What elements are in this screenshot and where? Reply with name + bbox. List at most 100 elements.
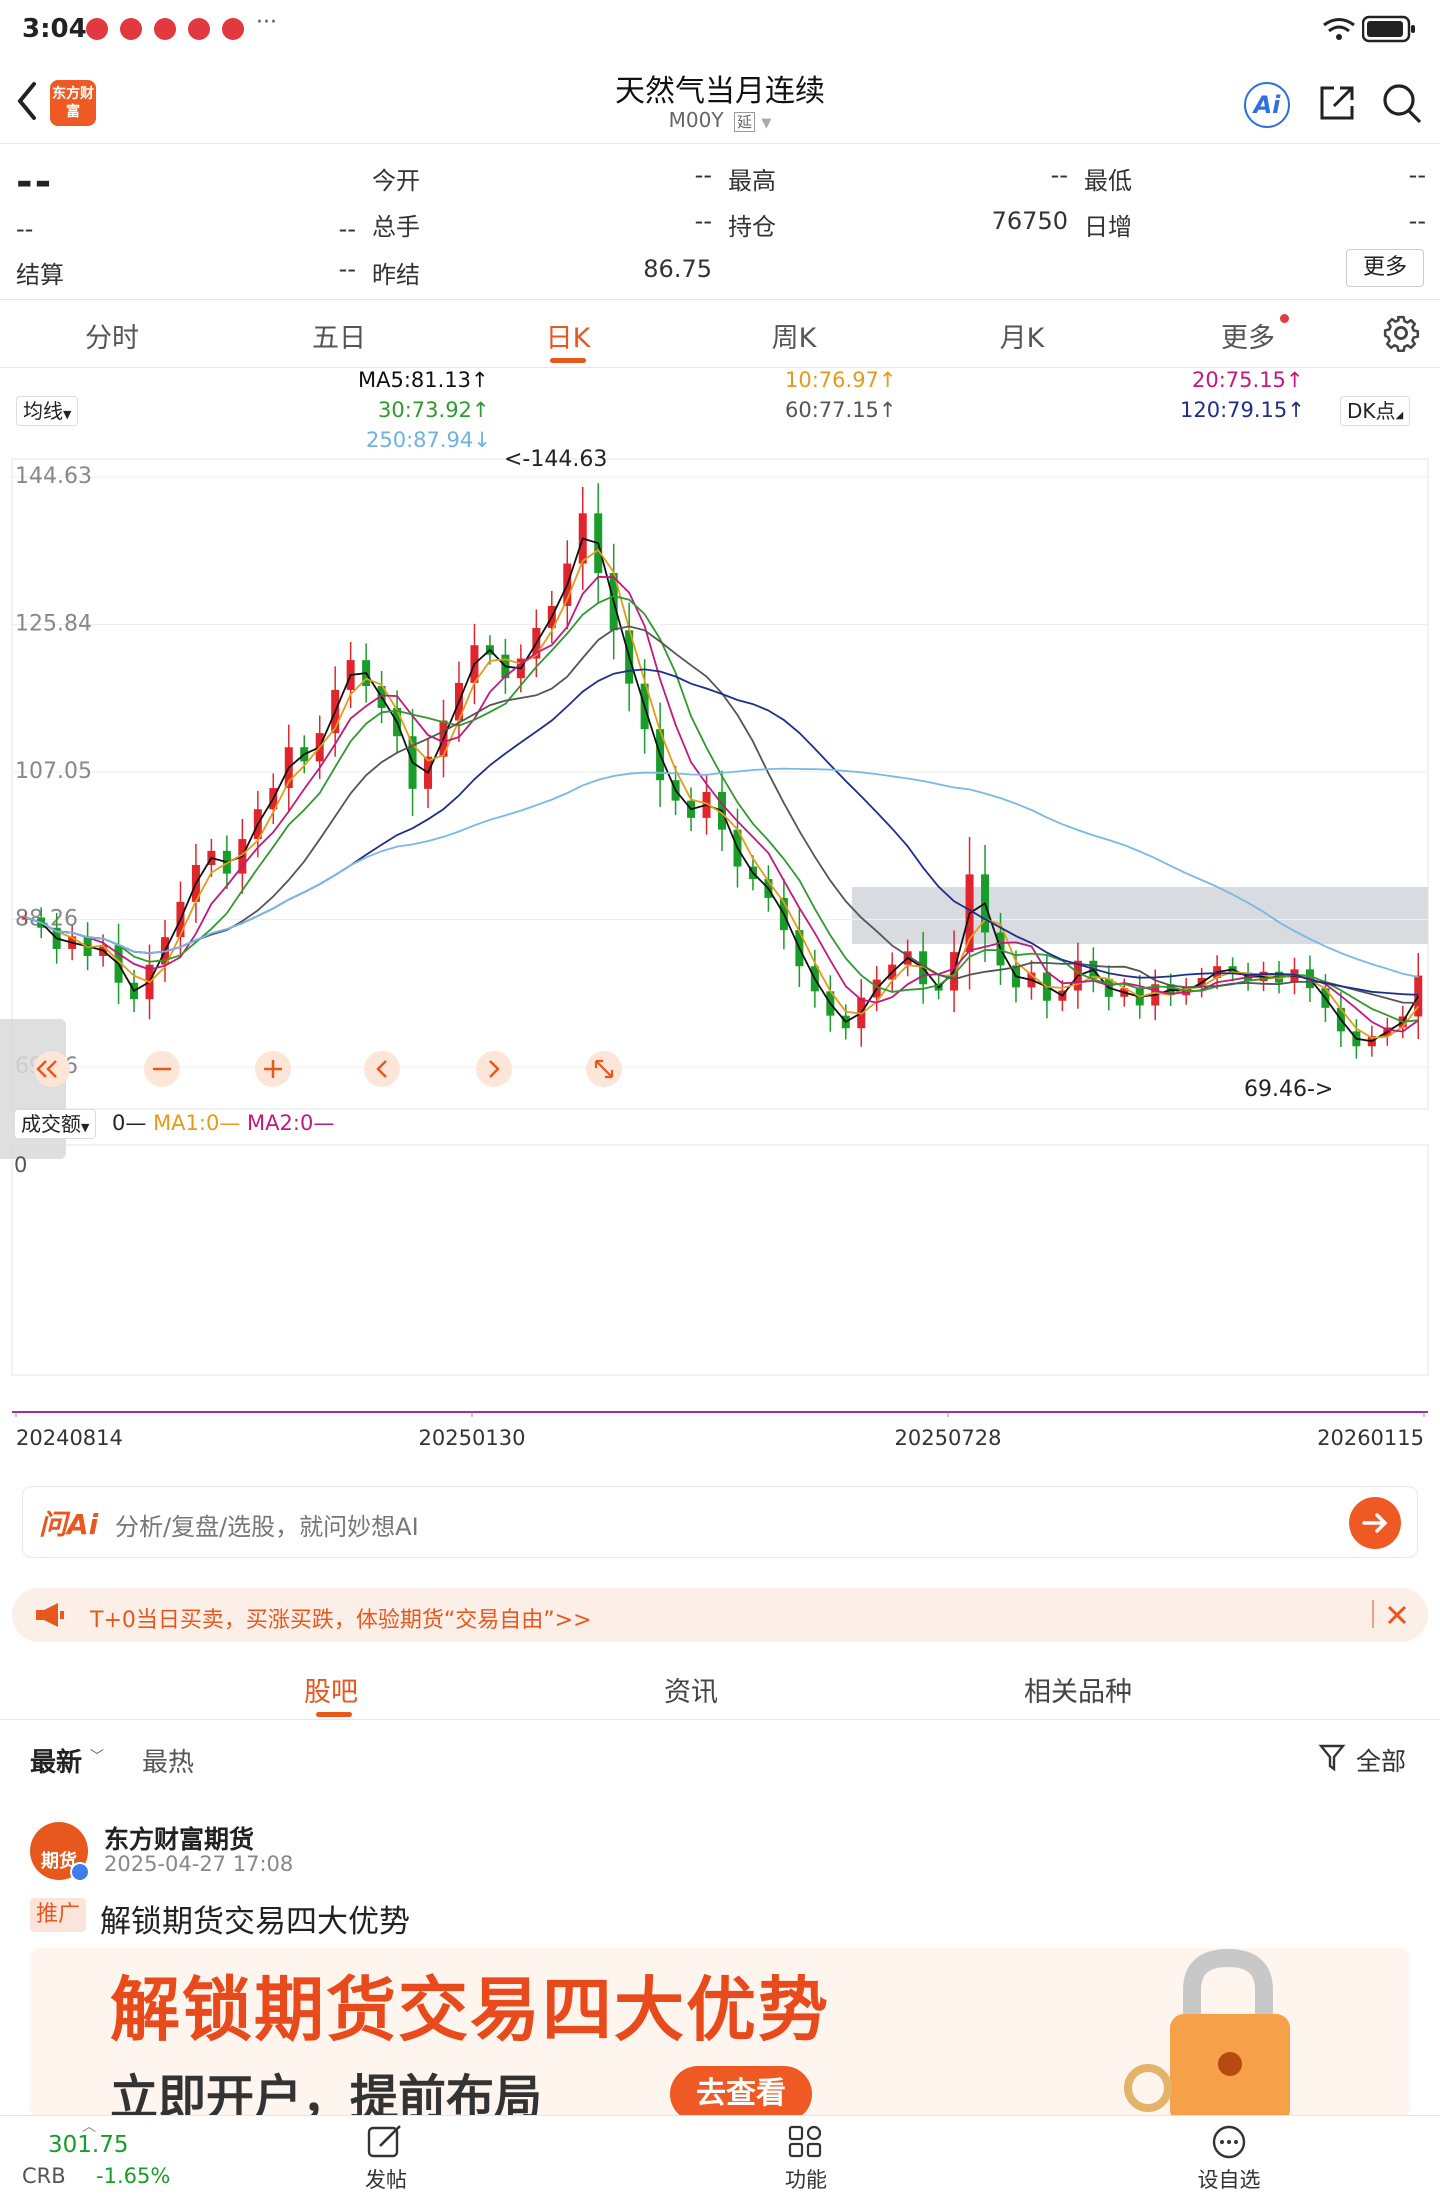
chart-nav-controls (34, 1051, 622, 1087)
tab-related[interactable]: 相关品种 (1024, 1670, 1132, 1709)
open-interest-value: 76750 (991, 207, 1068, 235)
promo-text: T+0当日买卖，买涨买跌，体验期货“交易自由”>> (90, 1608, 592, 1633)
bottom-bar: ︿ 301.75 CRB -1.65% 发帖 功能 设自选 (0, 2115, 1440, 2200)
promo-banner[interactable]: T+0当日买卖，买涨买跌，体验期货“交易自由”>> (12, 1588, 1428, 1642)
share-icon[interactable] (1316, 82, 1358, 124)
search-icon[interactable] (1380, 80, 1424, 126)
x-tick-label: 20260115 (1317, 1426, 1424, 1450)
more-quote-button[interactable]: 更多 (1346, 249, 1424, 287)
dk-zone-band (852, 887, 1428, 944)
ai-send-button[interactable] (1349, 1497, 1401, 1549)
function-button[interactable]: 功能 (766, 2124, 846, 2194)
ai-logo: 问Ai (39, 1508, 99, 1541)
delay-tag: 延 (733, 112, 755, 132)
kline-svg[interactable]: 144.63125.84107.0588.2669.46 20240814202… (0, 455, 1440, 1455)
add-watchlist-label: 设自选 (1197, 2168, 1261, 2192)
close-icon[interactable] (1382, 1600, 1412, 1630)
filter-latest[interactable]: 最新 (30, 1742, 82, 1779)
volume-panel-frame (11, 1144, 1429, 1376)
ai-search-bar[interactable]: 问Ai 分析/复盘/选股，就问妙想AI (22, 1486, 1418, 1558)
open-interest-label: 持仓 (728, 213, 776, 241)
ai-search-input[interactable]: 分析/复盘/选股，就问妙想AI (115, 1507, 419, 1542)
filter-all[interactable]: 全部 (1356, 1742, 1406, 1778)
content-tabs: 股吧 资讯 相关品种 (0, 1654, 1440, 1720)
settle-value: -- (338, 255, 356, 283)
status-bar: 3:04 ··· (0, 0, 1440, 60)
function-button-label: 功能 (785, 2168, 827, 2192)
arrow-right-icon (1362, 1513, 1388, 1533)
ma30-value: 30:73.92↑ (378, 398, 490, 422)
last-price: -- (16, 159, 54, 205)
padlock-icon (1124, 1948, 1290, 2118)
active-content-tab-underline (316, 1712, 352, 1717)
y-tick-label: 144.63 (15, 464, 92, 489)
ma20-value: 20:75.15↑ (1192, 368, 1304, 392)
active-tab-underline (550, 358, 586, 363)
battery-icon (1362, 15, 1415, 43)
period-tabs: 分时 五日 日K 周K 月K 更多 (0, 300, 1440, 368)
post-banner-image[interactable]: 解锁期货交易四大优势 立即开户，提前布局 去查看 (30, 1948, 1410, 2118)
ma120-value: 120:79.15↑ (1180, 398, 1305, 422)
volume-indicator-selector[interactable]: 成交额▼ (14, 1109, 97, 1139)
chevron-down-icon: ▼ (761, 116, 772, 131)
ma250-value: 250:87.94↓ (366, 428, 491, 452)
post-title[interactable]: 解锁期货交易四大优势 (100, 1896, 410, 1941)
volume-ma1: MA1:0 (153, 1111, 220, 1135)
post-time: 2025-04-27 17:08 (104, 1852, 294, 1876)
tab-intraday[interactable]: 分时 (32, 316, 192, 355)
tab-stock-bar[interactable]: 股吧 (304, 1670, 358, 1709)
high-value: -- (1050, 161, 1068, 189)
settings-gear-icon[interactable] (1382, 314, 1420, 352)
post-card[interactable]: 期货 东方财富期货 2025-04-27 17:08 推广 解锁期货交易四大优势… (0, 1810, 1440, 2118)
banner-headline: 解锁期货交易四大优势 (110, 1969, 830, 2051)
filter-hot[interactable]: 最热 (142, 1742, 194, 1779)
x-tick-label: 20240814 (16, 1426, 123, 1450)
volume-label: 总手 (372, 213, 420, 241)
contract-code[interactable]: M00Y 延 ▼ (0, 108, 1440, 132)
filter-icon[interactable] (1318, 1742, 1348, 1774)
price-change: -- (16, 215, 34, 243)
banner-button: 去查看 (670, 2066, 812, 2118)
y-tick-label: 107.05 (15, 759, 92, 784)
post-button-label: 发帖 (365, 2168, 407, 2192)
volume-indicator-label: 成交额 (21, 1112, 81, 1136)
prev-settle-value: 86.75 (643, 255, 712, 283)
megaphone-icon (36, 1603, 64, 1627)
dk-point-toggle[interactable]: DK点◢ (1340, 396, 1411, 426)
index-value[interactable]: 301.75 (48, 2132, 128, 2158)
ma60-value: 60:77.15↑ (785, 398, 897, 422)
tab-weekly-k[interactable]: 周K (714, 316, 874, 355)
volume-value: -- (694, 207, 712, 235)
tab-more[interactable]: 更多 (1168, 316, 1328, 355)
tab-monthly-k[interactable]: 月K (942, 316, 1102, 355)
add-watchlist-button[interactable]: 设自选 (1184, 2124, 1274, 2194)
more-notifications: ··· (256, 10, 277, 35)
prev-settle-label: 昨结 (372, 261, 420, 289)
author-name[interactable]: 东方财富期货 (104, 1820, 254, 1856)
chevron-down-icon: ▼ (81, 1121, 90, 1134)
x-axis-labels: 20240814 20250130 20250728 20260115 (15, 1412, 1425, 1450)
verified-badge-icon (70, 1862, 90, 1882)
tab-news[interactable]: 资讯 (664, 1670, 718, 1709)
price-change-pct: -- (338, 215, 356, 243)
step-left-icon (364, 1051, 400, 1087)
promo-tag: 推广 (30, 1898, 87, 1932)
kline-chart[interactable]: 144.63125.84107.0588.2669.46 20240814202… (0, 447, 1440, 1455)
ai-icon[interactable]: Ai (1244, 82, 1290, 128)
ma10-value: 10:76.97↑ (785, 368, 897, 392)
low-value: -- (1408, 161, 1426, 189)
chevron-down-icon: ▼ (63, 408, 72, 421)
volume-ma2: MA2:0 (247, 1111, 314, 1135)
x-tick-label: 20250728 (895, 1426, 1002, 1450)
post-button[interactable]: 发帖 (346, 2124, 426, 2194)
status-time: 3:04 (22, 14, 87, 44)
chart-high-marker: <-144.63 (504, 447, 608, 472)
wifi-icon (1323, 18, 1355, 40)
banner-subheadline: 立即开户，提前布局 (110, 2070, 543, 2118)
indicator-selector[interactable]: 均线▼ (16, 396, 79, 426)
tab-daily-k[interactable]: 日K (488, 316, 648, 355)
chevron-down-icon: ﹀ (90, 1749, 104, 1765)
tab-five-day[interactable]: 五日 (259, 316, 419, 355)
daily-increase-value: -- (1408, 207, 1426, 235)
notification-icon (222, 18, 244, 40)
